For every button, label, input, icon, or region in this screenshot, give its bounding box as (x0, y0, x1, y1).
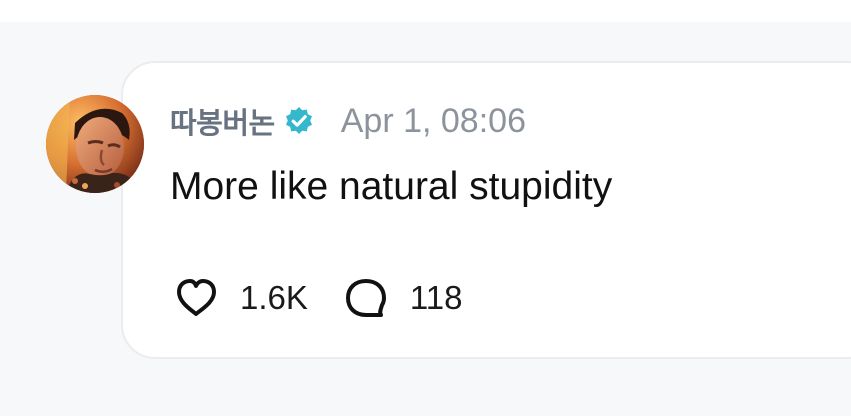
comment-actions: 1.6K 118 (172, 274, 463, 322)
comment-timestamp: Apr 1, 08:06 (340, 101, 526, 140)
top-strip (0, 0, 851, 22)
like-action[interactable]: 1.6K (172, 274, 308, 322)
heart-icon[interactable] (172, 274, 220, 322)
comment-text: More like natural stupidity (170, 165, 613, 208)
like-count: 1.6K (240, 279, 308, 316)
avatar[interactable] (46, 95, 144, 193)
reply-count: 118 (409, 279, 463, 316)
avatar-photo (46, 95, 144, 193)
reply-action[interactable]: 118 (342, 274, 463, 322)
author-name[interactable]: 따봉버논 (170, 100, 275, 142)
comment-bubble-icon[interactable] (342, 274, 390, 322)
verified-badge-icon (283, 105, 315, 137)
comment-header: 따봉버논 Apr 1, 08:06 (170, 98, 526, 144)
